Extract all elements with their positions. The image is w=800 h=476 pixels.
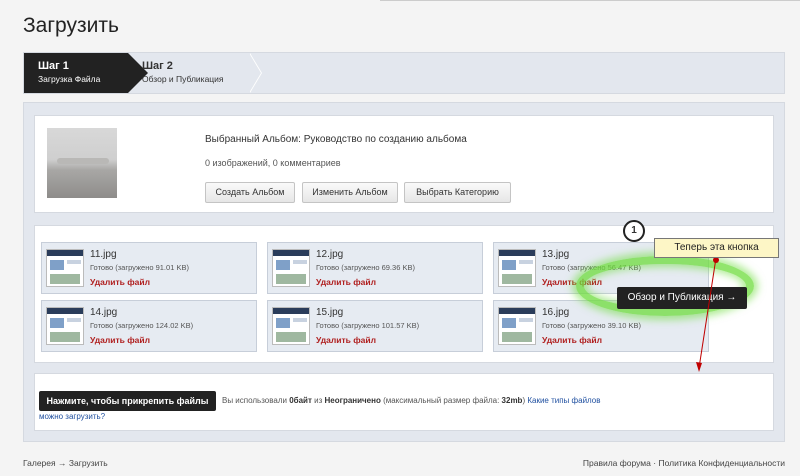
delete-file-link[interactable]: Удалить файл bbox=[90, 335, 150, 345]
step-2-subtitle: Обзор и Публикация bbox=[142, 74, 224, 84]
top-divider bbox=[380, 0, 800, 4]
file-name: 11.jpg bbox=[90, 249, 117, 260]
file-card: 14.jpg Готово (загружено 124.02 KB) Удал… bbox=[41, 300, 257, 352]
page-title: Загрузить bbox=[23, 14, 119, 37]
file-card: 11.jpg Готово (загружено 91.01 KB) Удали… bbox=[41, 242, 257, 294]
file-status: Готово (загружено 39.10 KB) bbox=[542, 321, 641, 330]
file-card: 15.jpg Готово (загружено 101.57 KB) Удал… bbox=[267, 300, 483, 352]
privacy-policy-link[interactable]: Политика Конфиденциальности bbox=[658, 458, 785, 468]
usage-max-prefix: (максимальный размер файла: bbox=[380, 396, 502, 405]
create-album-button[interactable]: Создать Альбом bbox=[205, 182, 295, 203]
delete-file-link[interactable]: Удалить файл bbox=[316, 335, 376, 345]
wizard-steps: Шаг 1 Загрузка Файла Шаг 2 Обзор и Публи… bbox=[23, 52, 785, 94]
file-name: 14.jpg bbox=[90, 307, 118, 318]
file-thumbnail bbox=[498, 307, 536, 345]
file-name: 12.jpg bbox=[316, 249, 344, 260]
step-1-title: Шаг 1 bbox=[38, 60, 69, 72]
album-name: Выбранный Альбом: Руководство по создани… bbox=[205, 134, 467, 145]
step-1-active: Шаг 1 Загрузка Файла bbox=[24, 53, 128, 93]
forum-rules-link[interactable]: Правила форума bbox=[583, 458, 651, 468]
step-2-title: Шаг 2 bbox=[142, 60, 173, 72]
usage-prefix: Вы использовали bbox=[222, 396, 290, 405]
delete-file-link[interactable]: Удалить файл bbox=[316, 277, 376, 287]
album-info: Выбранный Альбом: Руководство по создани… bbox=[34, 115, 774, 213]
file-status: Готово (загружено 69.36 KB) bbox=[316, 263, 415, 272]
file-name: 15.jpg bbox=[316, 307, 344, 318]
max-file-size: 32mb bbox=[501, 396, 523, 405]
edit-album-button[interactable]: Изменить Альбом bbox=[302, 182, 398, 203]
file-thumbnail bbox=[272, 249, 310, 287]
space-limit: Неограничено bbox=[324, 396, 381, 405]
file-thumbnail bbox=[272, 307, 310, 345]
annotation-number: 1 bbox=[623, 220, 645, 242]
file-name: 16.jpg bbox=[542, 307, 570, 318]
annotation-callout: Теперь эта кнопка bbox=[654, 238, 779, 258]
file-card: 12.jpg Готово (загружено 69.36 KB) Удали… bbox=[267, 242, 483, 294]
file-types-link[interactable]: Какие типы файлов bbox=[527, 396, 600, 405]
attach-files-button[interactable]: Нажмите, чтобы прикрепить файлы bbox=[39, 391, 216, 411]
delete-file-link[interactable]: Удалить файл bbox=[542, 335, 602, 345]
review-publish-button[interactable]: Обзор и Публикация → bbox=[617, 287, 747, 309]
usage-mid: из bbox=[311, 396, 325, 405]
footer-links: Правила форума · Политика Конфиденциальн… bbox=[583, 458, 785, 468]
used-space: 0байт bbox=[289, 396, 312, 405]
breadcrumb-upload: Загрузить bbox=[68, 458, 108, 468]
step-1-subtitle: Загрузка Файла bbox=[38, 74, 101, 84]
choose-category-button[interactable]: Выбрать Категорию bbox=[404, 182, 511, 203]
file-status: Готово (загружено 124.02 KB) bbox=[90, 321, 194, 330]
file-thumbnail bbox=[46, 307, 84, 345]
album-counts: 0 изображений, 0 комментариев bbox=[205, 158, 341, 168]
step-2-separator-inner bbox=[249, 53, 261, 93]
footer-dot: · bbox=[653, 458, 657, 468]
file-types-link-continued[interactable]: можно загрузить? bbox=[39, 412, 105, 421]
breadcrumb: Галерея → Загрузить bbox=[23, 458, 108, 468]
file-thumbnail bbox=[498, 249, 536, 287]
album-thumbnail bbox=[47, 128, 117, 198]
file-thumbnail bbox=[46, 249, 84, 287]
breadcrumb-arrow-icon: → bbox=[57, 458, 67, 468]
file-status: Готово (загружено 101.57 KB) bbox=[316, 321, 420, 330]
delete-file-link[interactable]: Удалить файл bbox=[90, 277, 150, 287]
breadcrumb-gallery[interactable]: Галерея bbox=[23, 458, 56, 468]
file-name: 13.jpg bbox=[542, 249, 570, 260]
usage-info: Вы использовали 0байт из Неограничено (м… bbox=[222, 396, 601, 405]
file-status: Готово (загружено 91.01 KB) bbox=[90, 263, 189, 272]
upload-actions: Нажмите, чтобы прикрепить файлы Вы испол… bbox=[34, 373, 774, 431]
step-2: Шаг 2 Обзор и Публикация bbox=[142, 53, 252, 93]
